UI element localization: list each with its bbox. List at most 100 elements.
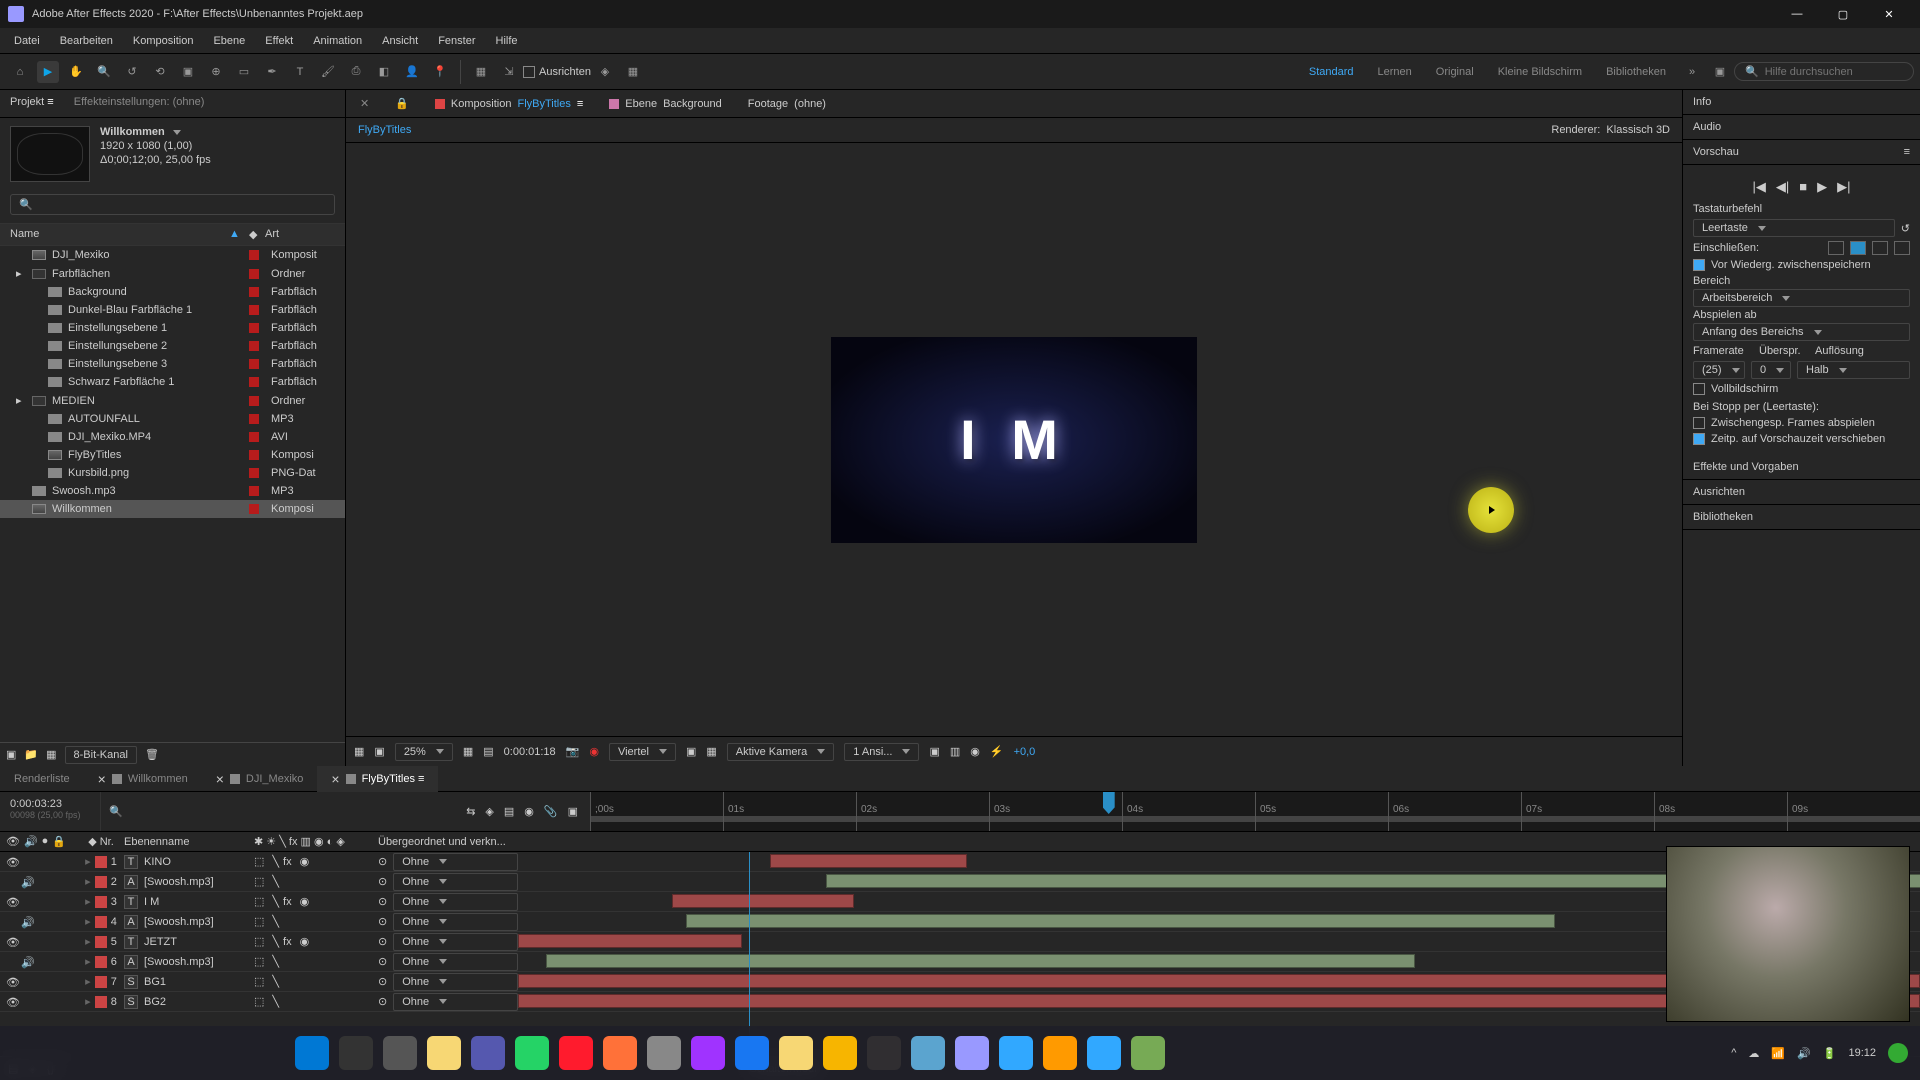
guide-icon[interactable]: ▤	[483, 745, 493, 758]
time-ruler[interactable]: ;00s01s02s03s04s05s06s07s08s09s10s	[590, 792, 1920, 831]
layer-row[interactable]: 🔊 ▸2 A[Swoosh.mp3] ⬚╲ ⊙Ohne	[0, 872, 1920, 892]
layer-row[interactable]: 👁 ▸3 TI M ⬚╲fx◉ ⊙Ohne	[0, 892, 1920, 912]
snapshot-icon[interactable]: 📷	[566, 745, 580, 758]
layer-row[interactable]: 👁 ▸1 TKINO ⬚╲fx◉ ⊙Ohne	[0, 852, 1920, 872]
trash-icon[interactable]: 🗑	[145, 748, 159, 761]
alpha-icon[interactable]: ▦	[354, 745, 364, 758]
tl-icon-3[interactable]: ▤	[504, 805, 514, 818]
workspace-kleine[interactable]: Kleine Bildschirm	[1486, 62, 1594, 82]
taskbar-app-ps[interactable]	[999, 1036, 1033, 1070]
panel-bibliotheken-r[interactable]: Bibliotheken	[1683, 505, 1920, 530]
sw-quality-icon[interactable]: ╲	[279, 836, 286, 848]
mask-icon[interactable]: ◈	[594, 61, 616, 83]
grid-icon[interactable]: ▦	[622, 61, 644, 83]
menu-effekt[interactable]: Effekt	[255, 31, 303, 51]
mask-toggle-icon[interactable]: ▣	[374, 745, 384, 758]
current-time[interactable]: 0:00:01:18	[504, 746, 556, 758]
taskbar-app-firefox[interactable]	[603, 1036, 637, 1070]
reset-icon[interactable]: ↺	[1901, 222, 1910, 235]
current-time-indicator[interactable]	[1103, 792, 1115, 814]
project-item[interactable]: Kursbild.png PNG-Dat	[0, 464, 345, 482]
help-search-input[interactable]	[1765, 66, 1905, 78]
project-item[interactable]: AUTOUNFALL MP3	[0, 410, 345, 428]
shortcut-dropdown[interactable]: Leertaste	[1693, 219, 1895, 237]
project-search[interactable]: 🔍	[10, 194, 335, 215]
stop-icon[interactable]: ■	[1799, 179, 1807, 195]
new-comp-icon[interactable]: ▦	[46, 748, 56, 761]
taskbar-app-lr[interactable]	[1087, 1036, 1121, 1070]
viewer-lock-icon[interactable]: 🔒	[389, 93, 415, 114]
tray-time[interactable]: 19:12	[1848, 1047, 1876, 1059]
interpret-icon[interactable]: ▣	[6, 748, 16, 761]
breadcrumb[interactable]: FlyByTitles	[358, 124, 411, 136]
project-item[interactable]: Swoosh.mp3 MP3	[0, 482, 345, 500]
menu-datei[interactable]: Datei	[4, 31, 50, 51]
project-item[interactable]: Einstellungsebene 2 Farbfläch	[0, 337, 345, 355]
project-item[interactable]: Background Farbfläch	[0, 283, 345, 301]
selection-tool-icon[interactable]: ▶	[37, 61, 59, 83]
taskbar-app-folder[interactable]	[779, 1036, 813, 1070]
tray-battery-icon[interactable]: 🔋	[1823, 1047, 1837, 1060]
tray-volume-icon[interactable]: 🔊	[1797, 1047, 1811, 1060]
pen-tool-icon[interactable]: ✒	[261, 61, 283, 83]
tl-icon-5[interactable]: 📎	[544, 805, 558, 818]
workspace-lernen[interactable]: Lernen	[1366, 62, 1424, 82]
new-folder-icon[interactable]: 📁	[24, 748, 38, 761]
views-dropdown[interactable]: 1 Ansi...	[844, 743, 919, 761]
sw-adj-icon[interactable]: ◐	[327, 836, 334, 848]
orbit-tool-icon[interactable]: ↺	[121, 61, 143, 83]
panel-effekte[interactable]: Effekte und Vorgaben	[1683, 455, 1920, 480]
last-frame-icon[interactable]: ▶|	[1837, 179, 1850, 195]
taskbar-app-misc[interactable]	[1131, 1036, 1165, 1070]
text-tool-icon[interactable]: T	[289, 61, 311, 83]
renderer-value[interactable]: Klassisch 3D	[1606, 124, 1670, 136]
project-item[interactable]: Dunkel-Blau Farbfläche 1 Farbfläch	[0, 301, 345, 319]
timeline-search[interactable]: 🔍	[100, 792, 390, 831]
timeline-tab[interactable]: Renderliste	[0, 768, 84, 790]
workspace-original[interactable]: Original	[1424, 62, 1486, 82]
twirl-icon[interactable]: ◆	[88, 836, 96, 848]
tl-icon-2[interactable]: ◈	[485, 805, 493, 818]
sw-fx-icon[interactable]: fx	[289, 836, 298, 848]
audio-col-icon[interactable]: 🔊	[24, 835, 38, 848]
loop-icon[interactable]	[1894, 241, 1910, 255]
zoom-dropdown[interactable]: 25%	[395, 743, 453, 761]
menu-komposition[interactable]: Komposition	[123, 31, 204, 51]
timeline-tab[interactable]: × DJI_Mexiko	[202, 766, 318, 792]
align-checkbox[interactable]	[523, 66, 535, 78]
help-search[interactable]: 🔍	[1734, 62, 1914, 81]
col-art[interactable]: Art	[265, 228, 335, 241]
taskbar-app-messenger[interactable]	[691, 1036, 725, 1070]
taskbar-app-opera[interactable]	[559, 1036, 593, 1070]
fullscreen-checkbox[interactable]	[1693, 383, 1705, 395]
workspace-standard[interactable]: Standard	[1297, 62, 1366, 82]
taskbar-app-search[interactable]	[339, 1036, 373, 1070]
timecode[interactable]: 0:00:03:23 00098 (25,00 fps)	[0, 792, 100, 831]
roto-tool-icon[interactable]: 👤	[401, 61, 423, 83]
movetime-checkbox[interactable]	[1693, 433, 1705, 445]
taskbar-app-app1[interactable]	[647, 1036, 681, 1070]
layer-row[interactable]: 🔊 ▸4 A[Swoosh.mp3] ⬚╲ ⊙Ohne	[0, 912, 1920, 932]
res-dropdown[interactable]: Halb	[1797, 361, 1910, 379]
tray-onedrive-icon[interactable]: ☁	[1748, 1047, 1759, 1060]
prev-frame-icon[interactable]: ◀|	[1776, 179, 1789, 195]
taskbar-app-explorer[interactable]	[427, 1036, 461, 1070]
playfrom-dropdown[interactable]: Anfang des Bereichs	[1693, 323, 1910, 341]
tray-chevron-icon[interactable]: ^	[1731, 1047, 1736, 1059]
snap-icon[interactable]: ▦	[470, 61, 492, 83]
sw-mb-icon[interactable]: ◉	[314, 836, 324, 848]
rotate-tool-icon[interactable]: ⟲	[149, 61, 171, 83]
cache-checkbox[interactable]	[1693, 259, 1705, 271]
lock-col-icon[interactable]: 🔒	[52, 835, 66, 848]
include-video-icon[interactable]	[1828, 241, 1844, 255]
grid-toggle-icon[interactable]: ▦	[463, 745, 473, 758]
tab-effekteinstellungen[interactable]: Effekteinstellungen: (ohne)	[64, 90, 215, 117]
minimize-button[interactable]: —	[1774, 0, 1820, 28]
tray-wifi-icon[interactable]: 📶	[1771, 1047, 1785, 1060]
taskbar-app-tasks[interactable]	[383, 1036, 417, 1070]
close-button[interactable]: ✕	[1866, 0, 1912, 28]
taskbar-app-facebook[interactable]	[735, 1036, 769, 1070]
project-item[interactable]: Einstellungsebene 1 Farbfläch	[0, 319, 345, 337]
sw-frame-icon[interactable]: ▥	[301, 836, 311, 848]
eraser-tool-icon[interactable]: ◧	[373, 61, 395, 83]
